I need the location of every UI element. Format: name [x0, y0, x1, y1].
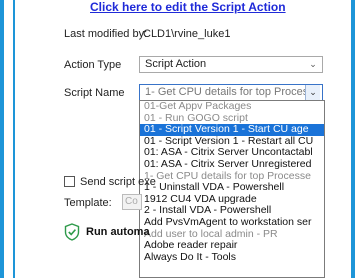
dropdown-option[interactable]: 01-Get Appv Packages: [140, 101, 324, 113]
dropdown-option[interactable]: 01: ASA - Citrix Server Uncontactabl: [140, 147, 324, 159]
dropdown-option[interactable]: Add user to local admin - PR: [140, 229, 324, 241]
template-value: Co: [125, 196, 138, 207]
dropdown-option[interactable]: 1- Get CPU details for top Processe: [140, 171, 324, 183]
dropdown-option[interactable]: 1912 CU4 VDA upgrade: [140, 194, 324, 206]
window-frame-right: [351, 0, 355, 278]
dropdown-option[interactable]: 1 - Uninstall VDA - Powershell: [140, 182, 324, 194]
dropdown-option[interactable]: 01 - Script Version 1 - Start CU age: [140, 124, 324, 136]
dropdown-option[interactable]: 2 - Install VDA - Powershell: [140, 205, 324, 217]
dropdown-option[interactable]: 01: ASA - Citrix Server Unregistered: [140, 159, 324, 171]
last-modified-value: CLD1\rvine_luke1: [143, 28, 231, 40]
dropdown-option[interactable]: Adobe reader repair: [140, 240, 324, 252]
script-name-label: Script Name: [64, 87, 125, 99]
script-name-value: 1- Get CPU details for top Processe: [145, 86, 320, 98]
send-script-checkbox[interactable]: [64, 176, 75, 187]
send-script-label: Send script exe: [80, 176, 156, 188]
dropdown-option[interactable]: 01 - Script Version 1 - Restart all CU: [140, 136, 324, 148]
window-frame-inner-left: [13, 0, 15, 278]
action-type-select[interactable]: Script Action ⌄: [139, 56, 323, 73]
edit-script-action-link[interactable]: Click here to edit the Script Action: [90, 0, 286, 14]
window-frame-left: [0, 0, 4, 278]
action-type-value: Script Action: [145, 58, 207, 70]
template-label: Template:: [64, 197, 112, 209]
dropdown-option[interactable]: 01 - Run GOGO script: [140, 113, 324, 125]
script-name-select[interactable]: 1- Get CPU details for top Processe ⌄: [139, 84, 323, 101]
chevron-down-icon[interactable]: ⌄: [306, 57, 320, 72]
template-select[interactable]: Co: [122, 194, 142, 210]
action-type-label: Action Type: [64, 59, 122, 71]
script-name-dropdown-list[interactable]: 01-Get Appv Packages 01 - Run GOGO script…: [139, 100, 325, 278]
dropdown-option[interactable]: Always Do It - Tools: [140, 252, 324, 264]
chevron-down-icon[interactable]: ⌄: [305, 85, 320, 100]
last-modified-label: Last modified by:: [64, 28, 148, 40]
run-automatically-label: Run automa: [86, 226, 150, 238]
dropdown-option[interactable]: Add PvsVmAgent to workstation ser: [140, 217, 324, 229]
shield-check-icon: [64, 223, 80, 241]
